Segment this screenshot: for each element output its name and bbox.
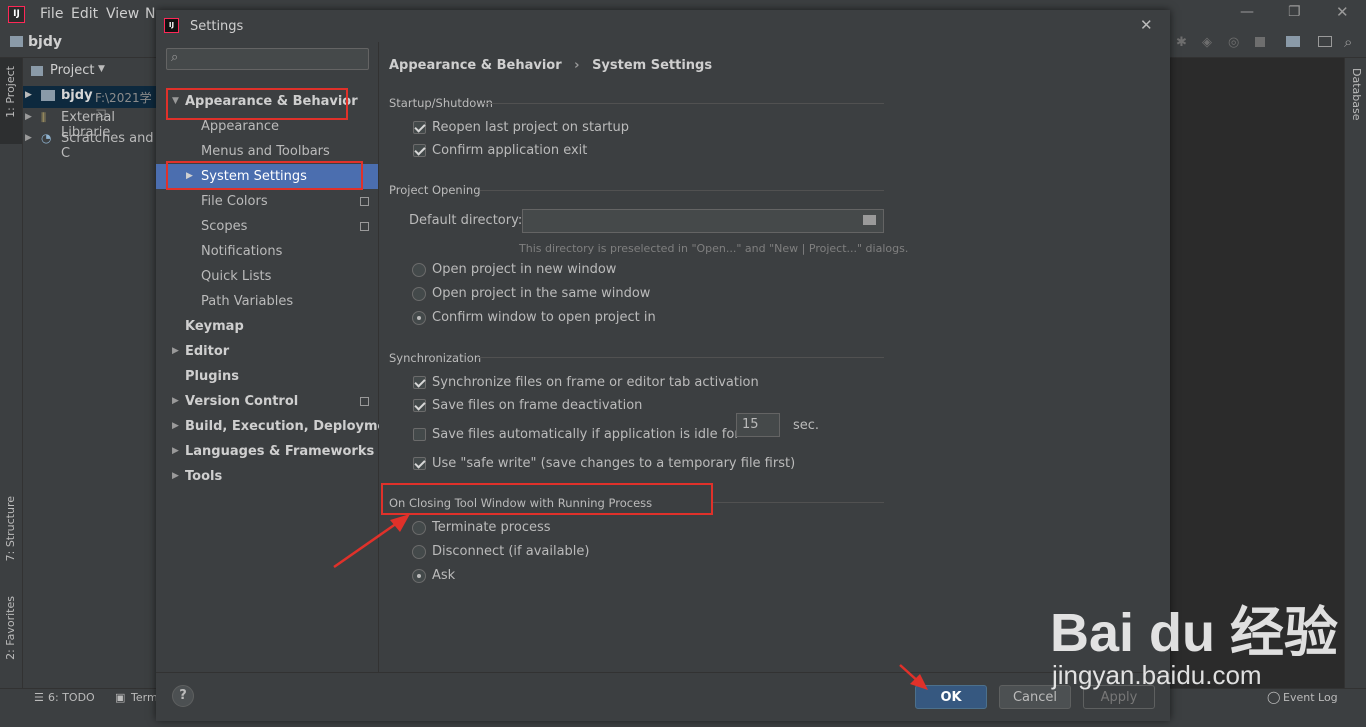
baidu-logo: Bai du 经验 (1050, 603, 1339, 663)
baidu-url: jingyan.baidu.com (1052, 660, 1262, 690)
baidu-watermark: Bai du 经验 jingyan.baidu.com (1050, 580, 1350, 690)
arrow-to-terminate-icon (333, 514, 410, 569)
arrow-to-ok-icon (899, 664, 928, 690)
